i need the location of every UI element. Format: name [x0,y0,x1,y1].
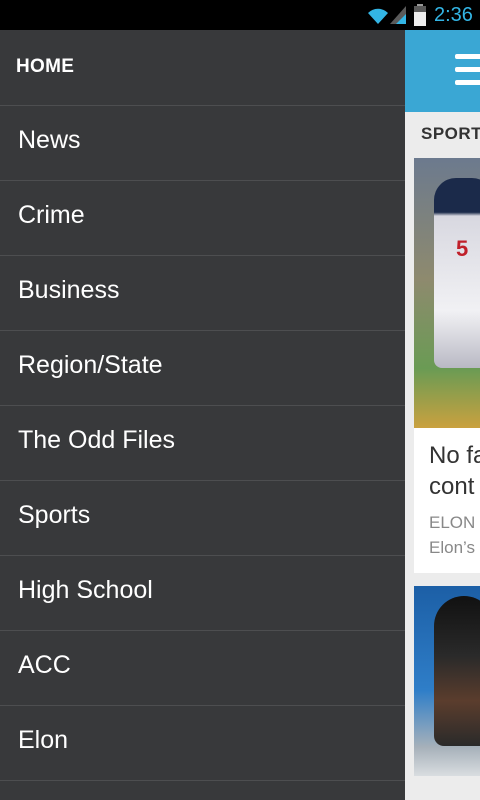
menu-item-label: News [18,126,81,154]
battery-icon [414,4,426,26]
article-photo [414,586,480,776]
menu-item-label: Region/State [18,351,163,379]
hamburger-menu-icon[interactable] [455,54,480,88]
menu-item-label: The Odd Files [18,426,176,454]
menu-item-label: Elon [18,726,69,754]
status-bar: 2:36 [0,0,480,30]
menu-item-business[interactable]: Business [0,256,405,331]
menu-item-region-state[interactable]: Region/State [0,331,405,406]
drawer-home-item[interactable]: HOME [0,30,405,106]
action-bar [405,30,480,112]
player-figure [434,178,480,368]
app-screen: 2:36 SPORT 5 No fa cont ELON Elon’s HOME… [0,0,480,800]
navigation-drawer: HOME News Crime Business Region/State Th… [0,30,405,800]
player-figure [434,596,480,746]
status-clock: 2:36 [434,4,473,26]
drawer-home-label: HOME [16,56,75,77]
article-tag: ELON [429,513,476,532]
menu-item-crime[interactable]: Crime [0,181,405,256]
article-photo: 5 [414,158,480,428]
menu-item-label: Business [18,276,120,304]
menu-item-label: Crime [18,201,85,229]
wifi-icon [368,8,388,24]
menu-item-label: ACC [18,651,71,679]
menu-item-acc[interactable]: ACC [0,631,405,706]
menu-item-high-school[interactable]: High School [0,556,405,631]
menu-item-label: High School [18,576,153,604]
menu-item-news[interactable]: News [0,106,405,181]
article-headline: No fa cont [429,442,480,500]
signal-icon [390,6,406,24]
jersey-number: 5 [456,236,469,261]
article-card[interactable] [414,586,480,776]
menu-item-sports[interactable]: Sports [0,481,405,556]
article-summary: Elon’s [429,538,475,557]
main-content: SPORT 5 No fa cont ELON Elon’s [405,30,480,800]
menu-item-elon[interactable]: Elon [0,706,405,781]
section-label: SPORT [421,124,480,143]
menu-item-odd-files[interactable]: The Odd Files [0,406,405,481]
menu-item-label: Sports [18,501,91,529]
article-card[interactable]: 5 No fa cont ELON Elon’s [414,158,480,573]
